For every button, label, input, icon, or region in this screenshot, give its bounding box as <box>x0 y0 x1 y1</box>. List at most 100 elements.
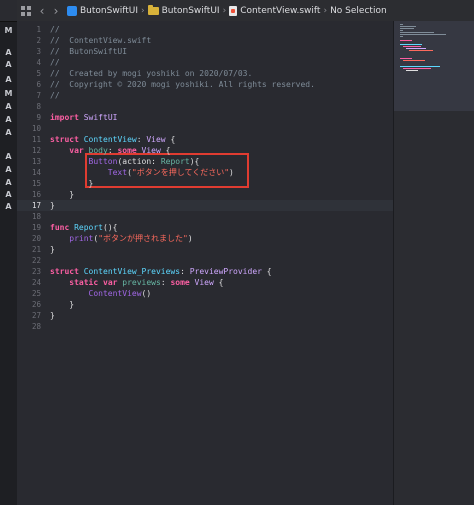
line-number: 8 <box>36 102 41 111</box>
code-line[interactable]: 8 <box>17 101 393 112</box>
breadcrumb-project[interactable]: ButonSwiftUI <box>67 5 138 16</box>
code-line[interactable]: 6 // Copyright © 2020 mogi yoshiki. All r… <box>17 79 393 90</box>
line-number: 4 <box>36 58 41 67</box>
code-line[interactable]: 17} <box>17 200 393 211</box>
source-control-status-gutter: M A A A M A A A A A A A A <box>0 0 18 505</box>
line-number: 24 <box>31 278 41 287</box>
code-text[interactable]: } <box>50 189 74 200</box>
status-badge: A <box>5 178 12 187</box>
line-number: 3 <box>36 47 41 56</box>
xcode-project-icon <box>67 5 77 16</box>
line-number: 16 <box>31 190 41 199</box>
minimap-line <box>403 60 425 61</box>
swift-file-icon <box>229 5 238 16</box>
line-number: 21 <box>31 245 41 254</box>
jump-bar: ‹ › ButonSwiftUI › ButonSwiftUI › Conten… <box>17 0 474 22</box>
line-number: 13 <box>31 157 41 166</box>
code-line[interactable]: 28 <box>17 321 393 332</box>
code-line[interactable]: 4 // <box>17 57 393 68</box>
breadcrumb-separator-icon: › <box>323 5 328 16</box>
breadcrumb-symbol[interactable]: No Selection <box>330 6 387 16</box>
minimap-line <box>400 30 403 31</box>
line-number: 25 <box>31 289 41 298</box>
line-number: 23 <box>31 267 41 276</box>
line-number: 9 <box>36 113 41 122</box>
minimap-line <box>403 46 421 47</box>
related-items-grid-icon[interactable] <box>17 5 35 16</box>
code-text[interactable]: Text("ボタンを押してください") <box>50 167 234 178</box>
breadcrumb-group[interactable]: ButonSwiftUI <box>147 4 220 16</box>
minimap-line <box>400 34 446 35</box>
code-text[interactable]: ContentView() <box>50 288 152 299</box>
code-line[interactable]: 27} <box>17 310 393 321</box>
code-text[interactable]: // <box>50 24 60 35</box>
code-text[interactable]: func Report(){ <box>50 222 117 233</box>
line-number: 26 <box>31 300 41 309</box>
minimap-line <box>400 40 412 41</box>
code-line[interactable]: 3 // ButonSwiftUI <box>17 46 393 57</box>
code-text[interactable]: // Created by mogi yoshiki on 2020/07/03… <box>50 68 252 79</box>
code-text[interactable]: static var previews: some View { <box>50 277 223 288</box>
status-badge: A <box>5 165 12 174</box>
code-line[interactable]: 24 static var previews: some View { <box>17 277 393 288</box>
status-badge: A <box>5 152 12 161</box>
line-number: 18 <box>31 212 41 221</box>
source-editor[interactable]: 1 // 2 // ContentView.swift 3 // ButonSwiftUI… <box>17 21 393 505</box>
code-line[interactable]: 12 var body: some View { <box>17 145 393 156</box>
code-text[interactable]: } <box>50 200 55 211</box>
code-text[interactable]: struct ContentView_Previews: PreviewProv… <box>50 266 272 277</box>
line-number: 12 <box>31 146 41 155</box>
code-text[interactable]: import SwiftUI <box>50 112 117 123</box>
code-text[interactable]: Button(action: Report){ <box>50 156 200 167</box>
code-text[interactable]: } <box>50 178 94 189</box>
line-number: 20 <box>31 234 41 243</box>
code-line[interactable]: 11 struct ContentView: View { <box>17 134 393 145</box>
code-line[interactable]: 7 // <box>17 90 393 101</box>
code-line[interactable]: 14 Text("ボタンを押してください") <box>17 167 393 178</box>
code-line[interactable]: 26 } <box>17 299 393 310</box>
code-line[interactable]: 2 // ContentView.swift <box>17 35 393 46</box>
code-text[interactable]: } <box>50 310 55 321</box>
code-text[interactable]: // ContentView.swift <box>50 35 151 46</box>
minimap[interactable] <box>393 21 474 505</box>
line-number: 11 <box>31 135 41 144</box>
back-arrow-icon[interactable]: ‹ <box>35 4 49 18</box>
code-line[interactable]: 20 print("ボタンが押されました") <box>17 233 393 244</box>
code-line[interactable]: 15 } <box>17 178 393 189</box>
forward-arrow-icon[interactable]: › <box>49 4 63 18</box>
code-line[interactable]: 25 ContentView() <box>17 288 393 299</box>
code-text[interactable]: print("ボタンが押されました") <box>50 233 192 244</box>
code-line[interactable]: 18 <box>17 211 393 222</box>
minimap-line <box>400 36 403 37</box>
code-line[interactable]: 19 func Report(){ <box>17 222 393 233</box>
code-line[interactable]: 22 <box>17 255 393 266</box>
status-badge: M <box>4 89 13 98</box>
code-text[interactable]: // ButonSwiftUI <box>50 46 127 57</box>
code-line[interactable]: 10 <box>17 123 393 134</box>
minimap-line <box>400 28 414 29</box>
status-badge: A <box>5 102 12 111</box>
code-text[interactable]: // <box>50 90 60 101</box>
breadcrumb-file-label: ContentView.swift <box>240 5 321 16</box>
status-badge: A <box>5 190 12 199</box>
breadcrumb-file[interactable]: ContentView.swift <box>229 5 321 16</box>
breadcrumb-symbol-label: No Selection <box>330 5 387 16</box>
code-line[interactable]: 1 // <box>17 24 393 35</box>
code-line[interactable]: 9 import SwiftUI <box>17 112 393 123</box>
code-line[interactable]: 16 } <box>17 189 393 200</box>
code-text[interactable]: } <box>50 299 74 310</box>
line-number: 6 <box>36 80 41 89</box>
breadcrumb-separator-icon: › <box>222 5 227 16</box>
code-line[interactable]: 5 // Created by mogi yoshiki on 2020/07/0… <box>17 68 393 79</box>
code-line[interactable]: 13 Button(action: Report){ <box>17 156 393 167</box>
code-text[interactable]: struct ContentView: View { <box>50 134 175 145</box>
code-text[interactable]: // Copyright © 2020 mogi yoshiki. All ri… <box>50 79 315 90</box>
code-text[interactable]: // <box>50 57 60 68</box>
code-text[interactable]: var body: some View { <box>50 145 170 156</box>
status-badge: M <box>4 26 13 35</box>
code-line[interactable]: 21} <box>17 244 393 255</box>
line-number: 15 <box>31 179 41 188</box>
gutter-top <box>0 0 17 22</box>
code-text[interactable]: } <box>50 244 55 255</box>
code-line[interactable]: 23 struct ContentView_Previews: PreviewPr… <box>17 266 393 277</box>
